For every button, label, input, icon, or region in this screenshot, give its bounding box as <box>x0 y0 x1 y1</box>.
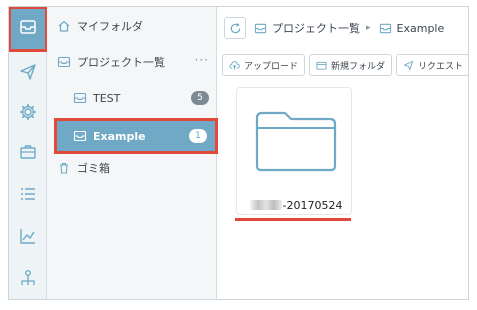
refresh-button[interactable] <box>224 17 246 39</box>
tree-item-label: TEST <box>93 91 121 105</box>
tree-item-project-selected[interactable]: Example 1 <box>54 118 218 154</box>
more-options-icon[interactable]: ··· <box>195 53 209 67</box>
tree-item-label: Example <box>93 129 146 143</box>
tree-item-label: ゴミ箱 <box>77 162 110 175</box>
folder-name: -20170524 <box>237 196 355 214</box>
count-badge: 1 <box>189 129 207 143</box>
tree-item-project-list[interactable]: プロジェクト一覧 ··· <box>47 47 217 77</box>
folder-name-text: -20170524 <box>282 198 343 212</box>
count-badge: 5 <box>191 91 209 105</box>
folder-tree: マイフォルダ プロジェクト一覧 ··· TEST 5 Example 1 ゴミ箱 <box>47 7 218 299</box>
folder-box-icon <box>57 55 71 69</box>
refresh-icon <box>229 22 242 35</box>
app-window: マイフォルダ プロジェクト一覧 ··· TEST 5 Example 1 ゴミ箱… <box>8 6 469 300</box>
toolbar: アップロード 新規フォルダ リクエスト <box>218 53 468 77</box>
rail-item-folders[interactable] <box>9 7 48 52</box>
breadcrumb: プロジェクト一覧 ▸ Example <box>218 7 468 49</box>
trash-icon <box>57 161 71 175</box>
breadcrumb-root[interactable]: プロジェクト一覧 ▸ <box>254 20 371 36</box>
rail-item-briefcase[interactable] <box>9 135 47 173</box>
breadcrumb-label: プロジェクト一覧 <box>272 22 360 35</box>
org-chart-icon <box>18 268 38 292</box>
new-folder-label: 新規フォルダ <box>331 61 386 72</box>
tree-item-my-folder[interactable]: マイフォルダ <box>47 11 217 41</box>
tree-item-label: プロジェクト一覧 <box>77 56 165 69</box>
breadcrumb-separator: ▸ <box>366 23 371 33</box>
rail-item-list[interactable] <box>9 177 47 215</box>
icon-rail <box>9 7 48 299</box>
rail-item-settings[interactable] <box>9 95 47 133</box>
briefcase-icon <box>18 142 38 166</box>
home-icon <box>57 19 71 33</box>
request-label: リクエスト <box>418 61 464 72</box>
breadcrumb-label: Example <box>396 21 445 35</box>
send-icon <box>403 60 414 70</box>
folder-box-icon <box>18 17 38 41</box>
main-panel: プロジェクト一覧 ▸ Example アップロード 新規フォルダ リクエスト -… <box>218 7 468 299</box>
folder-box-icon <box>254 22 267 35</box>
cloud-upload-icon <box>229 60 240 70</box>
folder-box-icon <box>73 91 87 105</box>
request-button[interactable]: リクエスト <box>396 54 468 76</box>
tree-item-trash[interactable]: ゴミ箱 <box>47 153 217 183</box>
folder-icon <box>255 111 337 172</box>
upload-label: アップロード <box>244 61 299 72</box>
tree-item-project[interactable]: TEST 5 <box>47 83 217 113</box>
folder-card[interactable]: -20170524 <box>236 87 352 215</box>
list-icon <box>18 184 38 208</box>
rail-item-organization[interactable] <box>9 261 47 299</box>
send-icon <box>18 62 38 86</box>
rail-item-reports[interactable] <box>9 219 47 257</box>
gear-icon <box>18 102 38 126</box>
rail-item-send[interactable] <box>9 55 47 93</box>
tree-item-label: マイフォルダ <box>77 20 143 33</box>
redacted-text <box>249 200 282 210</box>
breadcrumb-current[interactable]: Example <box>379 21 445 35</box>
upload-button[interactable]: アップロード <box>222 54 306 76</box>
new-folder-button[interactable]: 新規フォルダ <box>309 54 393 76</box>
highlight-underline <box>235 218 351 221</box>
folder-plus-icon <box>316 61 327 70</box>
folder-box-icon <box>73 129 87 143</box>
folder-box-icon <box>379 22 392 35</box>
chart-icon <box>18 226 38 250</box>
